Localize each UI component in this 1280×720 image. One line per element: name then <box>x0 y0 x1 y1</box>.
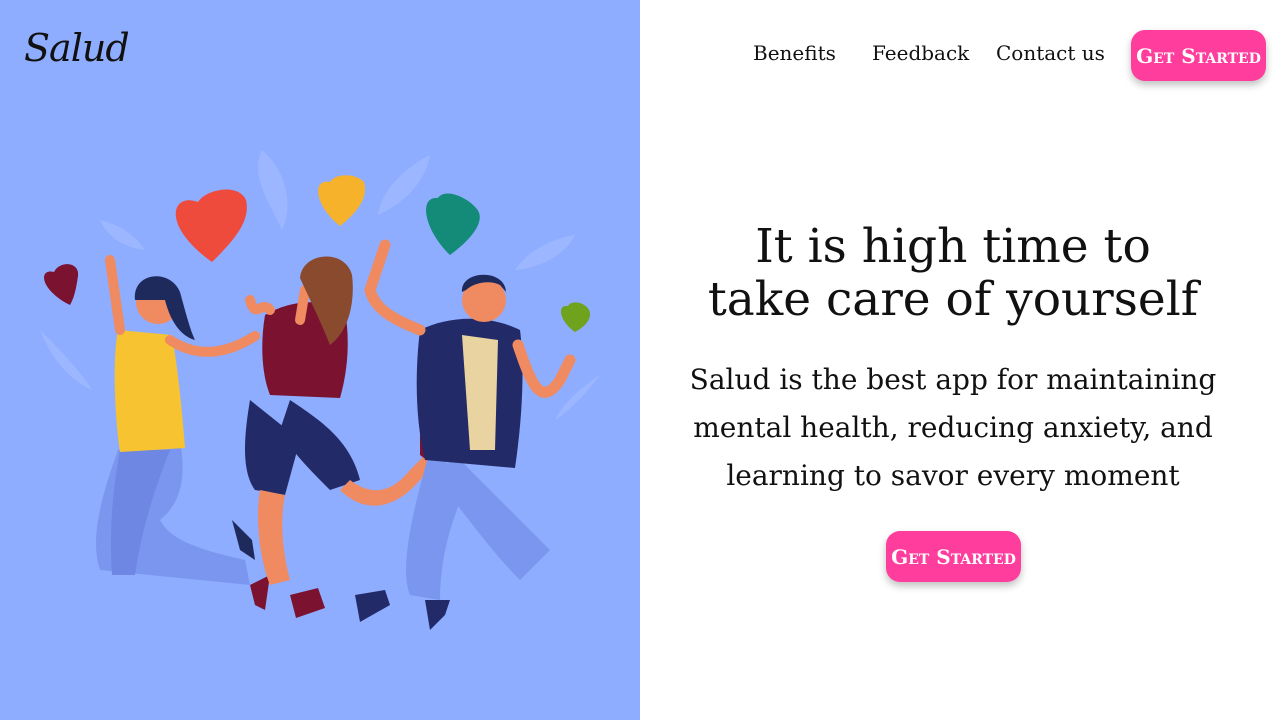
hero-headline-line-1: It is high time to <box>755 219 1151 274</box>
hero-illustration-panel: Salud <box>0 0 640 720</box>
hero-description: Salud is the best app for maintaining me… <box>689 363 1217 492</box>
brand-logo[interactable]: Salud <box>24 26 130 70</box>
hero-headline: It is high time to take care of yourself <box>640 220 1266 326</box>
get-started-nav-button[interactable]: Get Started <box>1131 30 1266 81</box>
hero-section: It is high time to take care of yourself… <box>640 220 1266 582</box>
person-right <box>355 239 576 630</box>
top-nav: Benefits Feedback Contact us Get Started <box>640 30 1280 82</box>
heart-icon <box>426 193 480 255</box>
get-started-hero-button[interactable]: Get Started <box>886 531 1021 582</box>
heart-icon <box>560 302 591 332</box>
people-jumping-illustration <box>40 150 600 630</box>
person-left <box>96 255 270 610</box>
heart-icon <box>318 175 365 226</box>
heart-icon <box>44 264 79 305</box>
heart-icon <box>175 189 247 262</box>
nav-link-contact-us[interactable]: Contact us <box>996 41 1105 65</box>
nav-link-benefits[interactable]: Benefits <box>753 41 836 65</box>
hero-headline-line-2: take care of yourself <box>707 272 1199 327</box>
nav-link-feedback[interactable]: Feedback <box>872 41 969 65</box>
